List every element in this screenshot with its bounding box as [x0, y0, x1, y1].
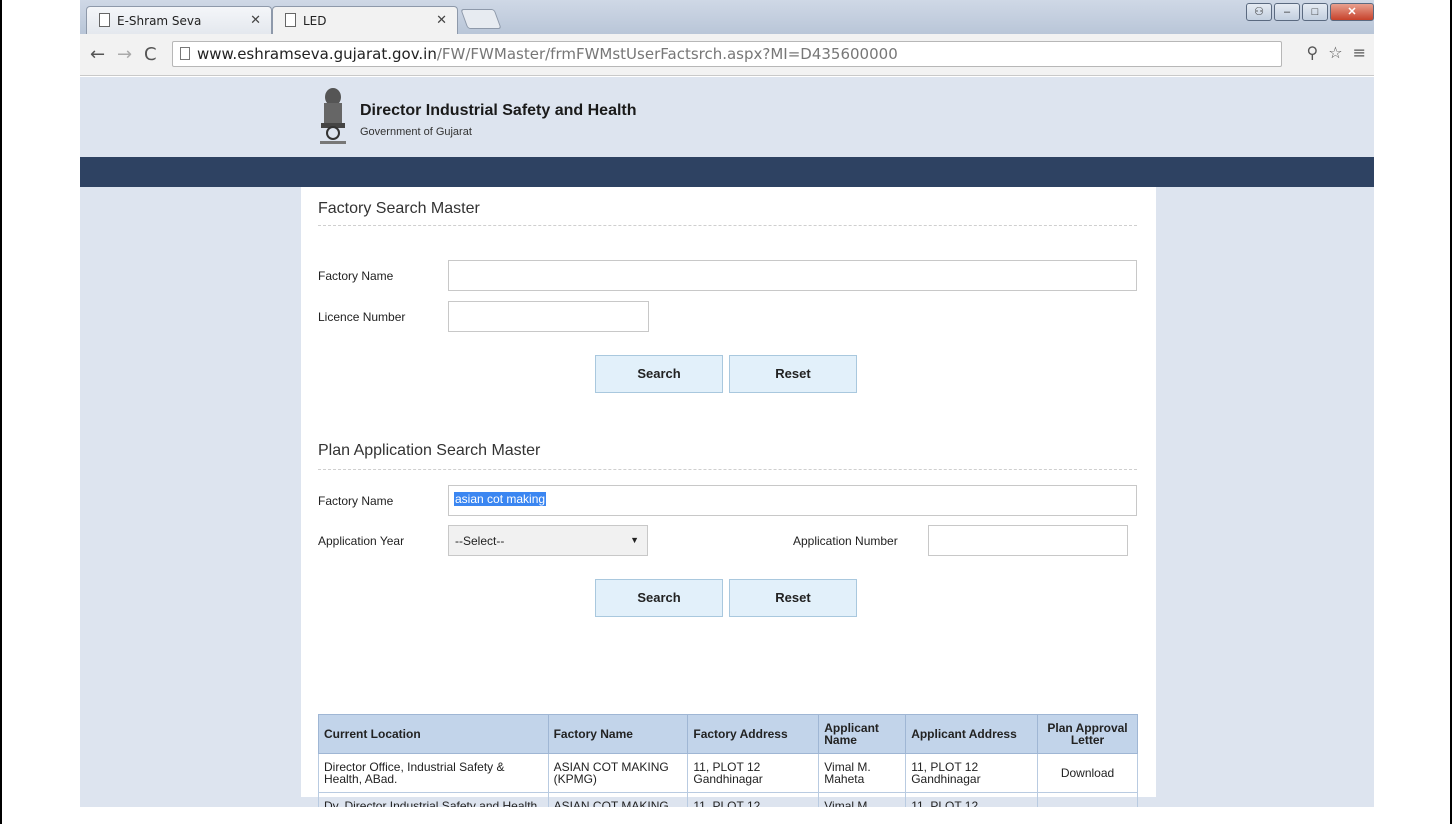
- window-controls: ⚇ – □ ✕: [1246, 3, 1374, 23]
- plan-search-button[interactable]: Search: [595, 579, 723, 617]
- browser-toolbar: ← → C www.eshramseva.gujarat.gov.in/FW/F…: [80, 34, 1374, 76]
- col-applicant-name: Applicant Name: [818, 714, 907, 754]
- screen-frame: E-Shram Seva ✕ LED ✕ ⚇ – □ ✕ ← → C www.e…: [0, 0, 1452, 824]
- plan-search-title: Plan Application Search Master: [318, 442, 541, 459]
- url-path: /FW/FWMaster/frmFWMstUserFactsrch.aspx?M…: [436, 45, 898, 63]
- factory-search-button[interactable]: Search: [595, 355, 723, 393]
- cell-location: Director Office, Industrial Safety & Hea…: [318, 753, 549, 793]
- browser-tabstrip: E-Shram Seva ✕ LED ✕ ⚇ – □ ✕: [80, 0, 1374, 34]
- col-factory-name: Factory Name: [547, 714, 689, 754]
- forward-icon[interactable]: →: [117, 44, 132, 65]
- toolbar-right: ⚲ ☆ ≡: [1307, 43, 1366, 62]
- page-icon: [99, 13, 110, 27]
- page-icon: [285, 13, 296, 27]
- page-viewport: Director Industrial Safety and Health Go…: [80, 77, 1374, 807]
- bookmark-star-icon[interactable]: ☆: [1328, 43, 1342, 62]
- minimize-button[interactable]: –: [1274, 3, 1300, 21]
- new-tab-button[interactable]: [460, 9, 502, 29]
- org-title: Director Industrial Safety and Health: [360, 102, 637, 119]
- application-number-label: Application Number: [793, 534, 898, 548]
- table-row: Dy. Director Industrial Safety and Healt…: [318, 792, 1138, 807]
- close-icon[interactable]: ✕: [436, 13, 447, 28]
- reload-icon[interactable]: C: [144, 44, 157, 65]
- col-plan-approval-letter: Plan Approval Letter: [1037, 714, 1138, 754]
- cell-applicant: Vimal M. Maheta: [818, 792, 907, 807]
- licence-number-label: Licence Number: [318, 310, 406, 324]
- application-year-select[interactable]: --Select-- ▼: [448, 525, 648, 556]
- cell-applicant-address: 11, PLOT 12 Gandhinagar: [905, 753, 1039, 793]
- download-link[interactable]: Download: [1037, 792, 1138, 807]
- address-bar[interactable]: www.eshramseva.gujarat.gov.in/FW/FWMaste…: [172, 41, 1282, 67]
- plan-factory-name-label: Factory Name: [318, 494, 394, 508]
- tab-title: LED: [303, 14, 327, 28]
- cell-applicant: Vimal M. Maheta: [818, 753, 907, 793]
- zoom-icon[interactable]: ⚲: [1307, 43, 1319, 62]
- page-icon: [180, 47, 190, 60]
- table-header-row: Current Location Factory Name Factory Ad…: [318, 714, 1138, 754]
- national-emblem-logo: [316, 85, 350, 147]
- tab-led[interactable]: LED ✕: [272, 6, 458, 34]
- divider: [318, 225, 1137, 226]
- cell-factory: ASIAN COT MAKING (KPMG): [547, 753, 689, 793]
- col-applicant-address: Applicant Address: [905, 714, 1039, 754]
- tab-title: E-Shram Seva: [117, 14, 202, 28]
- cell-applicant-address: 11, PLOT 12 Gandhinagar: [905, 792, 1039, 807]
- menu-icon[interactable]: ≡: [1353, 43, 1366, 62]
- tab-e-shram-seva[interactable]: E-Shram Seva ✕: [86, 6, 272, 34]
- results-table: Current Location Factory Name Factory Ad…: [318, 714, 1138, 807]
- table-row: Director Office, Industrial Safety & Hea…: [318, 753, 1138, 793]
- factory-search-title: Factory Search Master: [318, 200, 480, 217]
- col-current-location: Current Location: [318, 714, 549, 754]
- divider: [318, 469, 1137, 470]
- nav-bar: [80, 157, 1374, 187]
- download-link[interactable]: Download: [1037, 753, 1138, 793]
- cell-factory: ASIAN COT MAKING (KPMG): [547, 792, 689, 807]
- maximize-button[interactable]: □: [1302, 3, 1328, 21]
- dropdown-arrow-icon: ▼: [630, 535, 639, 545]
- application-year-label: Application Year: [318, 534, 405, 548]
- close-icon[interactable]: ✕: [250, 13, 261, 28]
- cell-factory-address: 11, PLOT 12 Gandhinagar: [687, 792, 820, 807]
- licence-number-input[interactable]: [448, 301, 649, 332]
- col-factory-address: Factory Address: [687, 714, 820, 754]
- plan-reset-button[interactable]: Reset: [729, 579, 857, 617]
- factory-name-label: Factory Name: [318, 269, 394, 283]
- plan-factory-name-value: asian cot making: [454, 492, 547, 506]
- factory-name-input[interactable]: [448, 260, 1137, 291]
- org-subtitle: Government of Gujarat: [360, 126, 472, 138]
- user-icon[interactable]: ⚇: [1246, 3, 1272, 21]
- factory-reset-button[interactable]: Reset: [729, 355, 857, 393]
- back-icon[interactable]: ←: [90, 44, 105, 65]
- close-window-button[interactable]: ✕: [1330, 3, 1374, 21]
- application-year-value: --Select--: [455, 534, 505, 548]
- url-host: www.eshramseva.gujarat.gov.in: [197, 45, 437, 63]
- plan-factory-name-input[interactable]: asian cot making: [448, 485, 1137, 516]
- cell-factory-address: 11, PLOT 12 Gandhinagar: [687, 753, 820, 793]
- site-header: Director Industrial Safety and Health Go…: [80, 77, 1374, 157]
- application-number-input[interactable]: [928, 525, 1128, 556]
- cell-location: Dy. Director Industrial Safety and Healt…: [318, 792, 549, 807]
- content-panel: Factory Search Master Factory Name Licen…: [301, 187, 1156, 807]
